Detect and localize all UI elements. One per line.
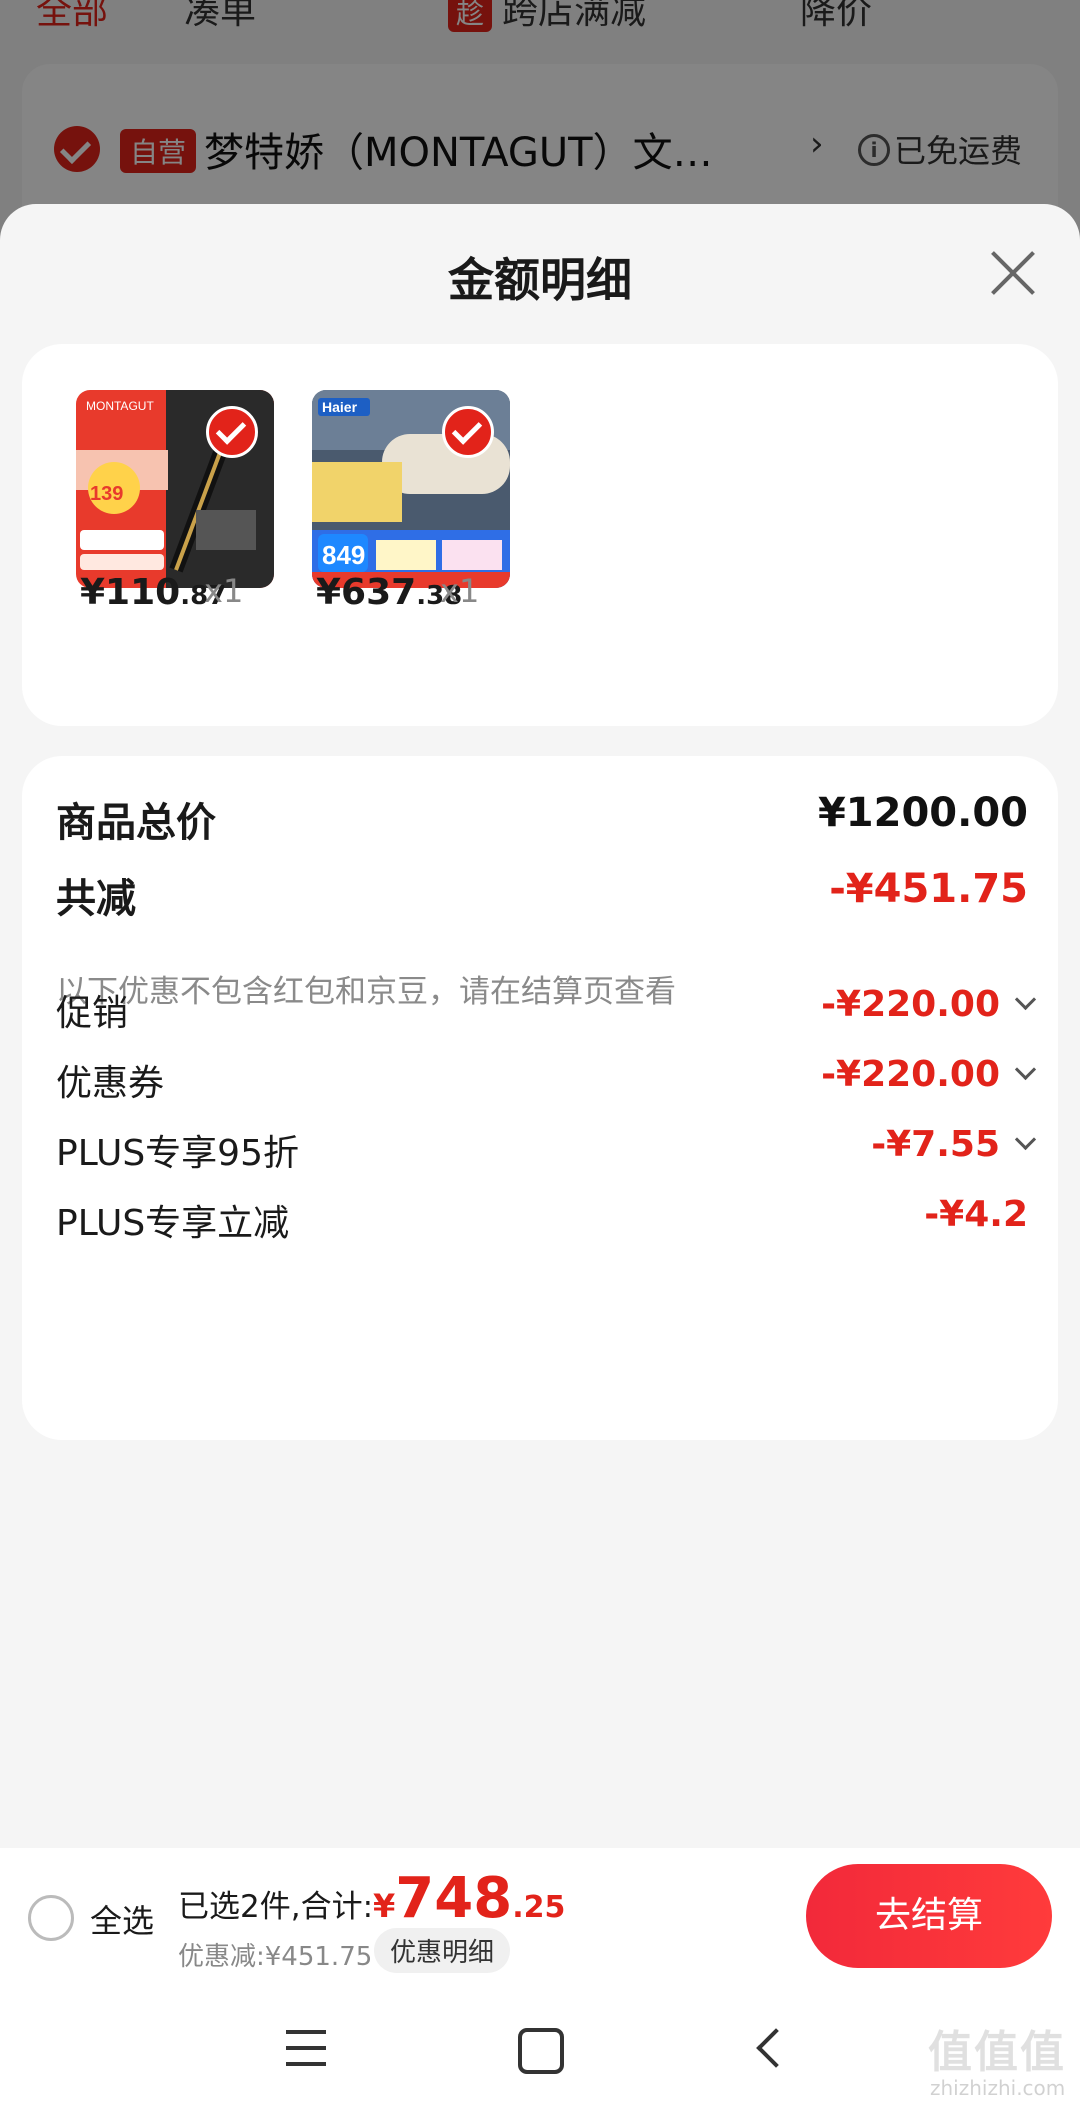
product-selected-check-icon[interactable] xyxy=(206,406,258,458)
select-all-label[interactable]: 全选 xyxy=(90,1896,154,1942)
amount-detail-sheet: 金额明细 MONTAGUT 139 ¥110.87 x1 Haier 849 ¥… xyxy=(0,204,1080,1848)
total-reduction-value: -¥451.75 xyxy=(829,866,1028,912)
system-nav-bar: 值值值 zhizhizhi.com xyxy=(0,1986,1080,2118)
product-selected-check-icon[interactable] xyxy=(442,406,494,458)
product-qty: x1 xyxy=(204,572,244,610)
product-qty: x1 xyxy=(440,572,480,610)
plus-discount-value[interactable]: -¥7.55 xyxy=(871,1124,1000,1165)
watermark-url: zhizhizhi.com xyxy=(930,2076,1066,2100)
watermark-logo: 值值值 xyxy=(928,2027,1066,2078)
close-icon[interactable] xyxy=(988,248,1038,298)
select-all-checkbox[interactable] xyxy=(28,1895,74,1941)
total-decimal: .25 xyxy=(512,1890,566,1925)
svg-text:849: 849 xyxy=(322,540,365,570)
chevron-down-icon[interactable] xyxy=(1014,1058,1037,1081)
total-currency: ¥ xyxy=(373,1887,396,1925)
plus-instant-value: -¥4.2 xyxy=(924,1194,1028,1235)
products-card: MONTAGUT 139 ¥110.87 x1 Haier 849 ¥637.3… xyxy=(22,344,1058,726)
goods-total-label: 商品总价 xyxy=(56,800,216,846)
promotion-label: 促销 xyxy=(56,993,129,1034)
coupon-label: 优惠券 xyxy=(56,1063,165,1104)
svg-text:Haier: Haier xyxy=(322,399,358,415)
back-icon[interactable] xyxy=(756,2028,796,2068)
amount-breakdown-card: 商品总价 ¥1200.00 共减 -¥451.75 以下优惠不包含红包和京豆，请… xyxy=(22,756,1058,1440)
svg-text:139: 139 xyxy=(90,483,123,505)
coupon-value[interactable]: -¥220.00 xyxy=(821,1054,1000,1095)
discount-note: 以下优惠不包含红包和京豆，请在结算页查看 xyxy=(56,974,676,1010)
checkout-bar: 全选 已选2件,合计:¥748.25 优惠减:¥451.75 优惠明细 去结算 xyxy=(0,1848,1080,1986)
svg-text:MONTAGUT: MONTAGUT xyxy=(86,399,154,413)
product-image-pen[interactable]: MONTAGUT 139 xyxy=(76,390,274,588)
total-summary: 已选2件,合计:¥748.25 xyxy=(178,1866,565,1931)
product-image-water-heater[interactable]: Haier 849 xyxy=(312,390,510,588)
home-icon[interactable] xyxy=(518,2028,564,2074)
price-main: ¥110 xyxy=(80,572,181,613)
goods-total-value: ¥1200.00 xyxy=(817,790,1028,836)
promotion-value[interactable]: -¥220.00 xyxy=(821,984,1000,1025)
discount-summary: 优惠减:¥451.75 xyxy=(178,1942,373,1972)
menu-icon[interactable] xyxy=(286,2030,326,2066)
price-main: ¥637 xyxy=(316,572,417,613)
sheet-title: 金额明细 xyxy=(448,253,632,307)
chevron-down-icon[interactable] xyxy=(1014,988,1037,1011)
total-integer: 748 xyxy=(395,1866,513,1931)
checkout-button[interactable]: 去结算 xyxy=(806,1864,1052,1968)
plus-discount-label: PLUS专享95折 xyxy=(56,1133,299,1174)
discount-detail-button[interactable]: 优惠明细 xyxy=(374,1928,511,1973)
chevron-down-icon[interactable] xyxy=(1014,1128,1037,1151)
plus-instant-label: PLUS专享立减 xyxy=(56,1203,290,1244)
total-reduction-label: 共减 xyxy=(56,876,136,922)
selected-count-text: 已选2件,合计: xyxy=(178,1889,374,1925)
